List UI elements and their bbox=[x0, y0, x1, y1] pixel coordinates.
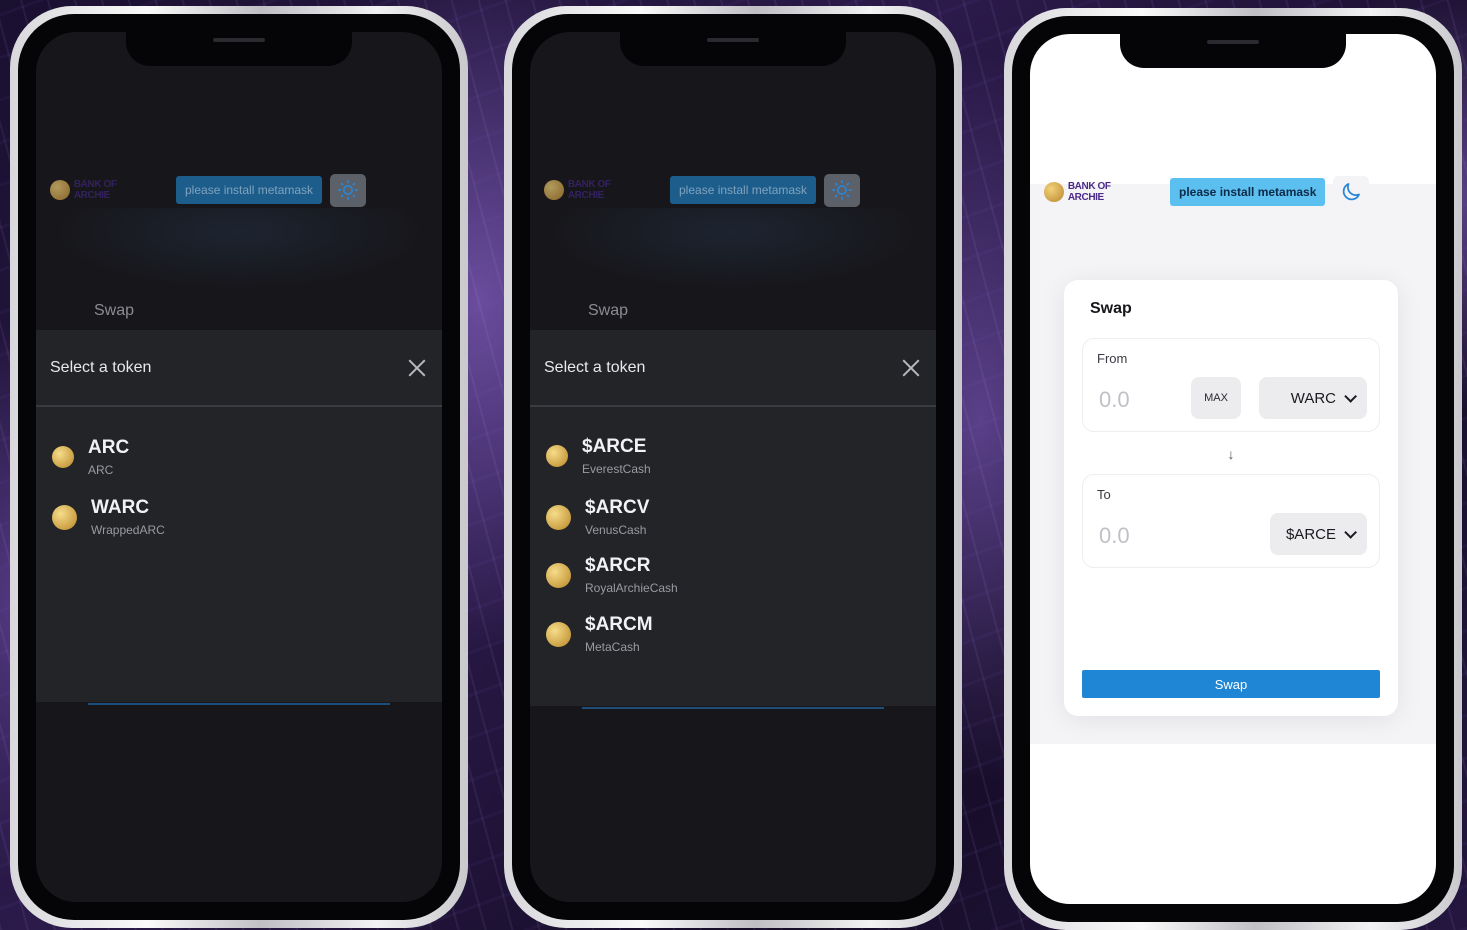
close-icon[interactable] bbox=[900, 357, 922, 379]
notch bbox=[620, 32, 846, 66]
token-name: VenusCash bbox=[585, 523, 647, 537]
phone-frame-2: BANK OF ARCHIE please install metamask S… bbox=[504, 6, 962, 928]
logo-coin-icon bbox=[50, 180, 70, 200]
token-item-arcv[interactable]: $ARCV VenusCash bbox=[546, 487, 936, 547]
from-amount-input[interactable]: 0.0 bbox=[1099, 387, 1130, 413]
to-amount-input[interactable]: 0.0 bbox=[1099, 523, 1130, 549]
notch bbox=[1120, 34, 1346, 68]
swap-title: Swap bbox=[94, 302, 135, 319]
modal-header: Select a token bbox=[36, 330, 442, 407]
token-name: MetaCash bbox=[585, 640, 640, 654]
app-header: BANK OF ARCHIE please install metamask bbox=[1044, 174, 1422, 210]
token-symbol: $ARCV bbox=[585, 497, 650, 518]
card-title: Swap bbox=[1090, 300, 1132, 317]
token-name: ARC bbox=[88, 463, 114, 477]
theme-toggle-button[interactable] bbox=[330, 173, 367, 207]
sun-icon bbox=[832, 180, 853, 200]
token-item-arc[interactable]: ARC ARC bbox=[52, 427, 442, 487]
token-name: RoyalArchieCash bbox=[585, 581, 678, 595]
phone-frame-3: BANK OF ARCHIE please install metamask S… bbox=[1004, 8, 1462, 930]
token-item-arce[interactable]: $ARCE EverestCash bbox=[546, 425, 936, 487]
token-list: $ARCE EverestCash $ARCV VenusCash $ARCR … bbox=[530, 407, 936, 665]
modal-title: Select a token bbox=[50, 358, 152, 376]
coin-icon bbox=[546, 445, 568, 467]
logo-text: BANK OF ARCHIE bbox=[73, 179, 117, 201]
logo-text: BANK OF ARCHIE bbox=[1067, 181, 1111, 203]
from-token-label: WARC bbox=[1290, 389, 1336, 407]
divider bbox=[582, 707, 884, 709]
screen-token-select-1: BANK OF ARCHIE please install metamask S… bbox=[36, 32, 442, 902]
from-field: From 0.0 MAX WARC bbox=[1082, 338, 1380, 432]
modal-title: Select a token bbox=[544, 358, 646, 376]
to-field: To 0.0 $ARCE bbox=[1082, 474, 1380, 568]
coin-icon bbox=[546, 504, 571, 530]
theme-toggle-button[interactable] bbox=[1333, 175, 1370, 209]
install-metamask-button[interactable]: please install metamask bbox=[670, 176, 817, 204]
app-header: BANK OF ARCHIE please install metamask bbox=[50, 172, 428, 208]
coin-icon bbox=[546, 621, 571, 647]
token-symbol: $ARCM bbox=[585, 614, 653, 635]
to-label: To bbox=[1097, 487, 1111, 502]
screen-token-select-2: BANK OF ARCHIE please install metamask S… bbox=[530, 32, 936, 902]
swap-button[interactable]: Swap bbox=[1082, 670, 1380, 698]
logo: BANK OF ARCHIE bbox=[544, 179, 648, 201]
install-metamask-button[interactable]: please install metamask bbox=[176, 176, 323, 204]
theme-toggle-button[interactable] bbox=[824, 173, 861, 207]
token-symbol: ARC bbox=[88, 437, 130, 458]
sun-icon bbox=[338, 180, 359, 200]
logo: BANK OF ARCHIE bbox=[50, 179, 154, 201]
logo-coin-icon bbox=[544, 180, 564, 200]
coin-icon bbox=[52, 446, 74, 468]
to-token-select[interactable]: $ARCE bbox=[1269, 513, 1367, 555]
token-item-warc[interactable]: WARC WrappedARC bbox=[52, 487, 442, 547]
swap-title: Swap bbox=[588, 302, 629, 319]
coin-icon bbox=[546, 562, 571, 588]
close-icon[interactable] bbox=[406, 357, 428, 379]
token-name: EverestCash bbox=[582, 462, 651, 476]
token-symbol: $ARCR bbox=[585, 555, 651, 576]
logo: BANK OF ARCHIE bbox=[1044, 181, 1148, 203]
token-item-arcm[interactable]: $ARCM MetaCash bbox=[546, 603, 936, 665]
coin-icon bbox=[52, 504, 77, 530]
logo-text: BANK OF ARCHIE bbox=[567, 179, 611, 201]
divider bbox=[88, 703, 390, 705]
token-select-modal: Select a token $ARCE EverestCash $ARCV V… bbox=[530, 330, 936, 706]
phone-frame-1: BANK OF ARCHIE please install metamask S… bbox=[10, 6, 468, 928]
arrow-down-icon[interactable]: ↓ bbox=[1082, 446, 1380, 462]
swap-card: Swap From 0.0 MAX WARC ↓ To 0.0 $ARCE Sw… bbox=[1064, 280, 1398, 716]
to-token-label: $ARCE bbox=[1285, 525, 1336, 543]
token-symbol: $ARCE bbox=[582, 436, 647, 457]
chevron-down-icon bbox=[1344, 525, 1357, 539]
max-button[interactable]: MAX bbox=[1191, 377, 1241, 419]
token-list: ARC ARC WARC WrappedARC bbox=[36, 407, 442, 547]
logo-coin-icon bbox=[1044, 182, 1064, 202]
install-metamask-button[interactable]: please install metamask bbox=[1170, 178, 1326, 206]
app-header: BANK OF ARCHIE please install metamask bbox=[544, 172, 922, 208]
token-name: WrappedARC bbox=[91, 523, 165, 537]
from-token-select[interactable]: WARC bbox=[1258, 377, 1367, 419]
notch bbox=[126, 32, 352, 66]
chevron-down-icon bbox=[1344, 389, 1357, 403]
token-symbol: WARC bbox=[91, 497, 150, 518]
screen-swap: BANK OF ARCHIE please install metamask S… bbox=[1030, 34, 1436, 904]
moon-icon bbox=[1343, 183, 1361, 201]
token-item-arcr[interactable]: $ARCR RoyalArchieCash bbox=[546, 547, 936, 603]
modal-header: Select a token bbox=[530, 330, 936, 407]
from-label: From bbox=[1097, 351, 1128, 366]
token-select-modal: Select a token ARC ARC WARC WrappedARC bbox=[36, 330, 442, 702]
